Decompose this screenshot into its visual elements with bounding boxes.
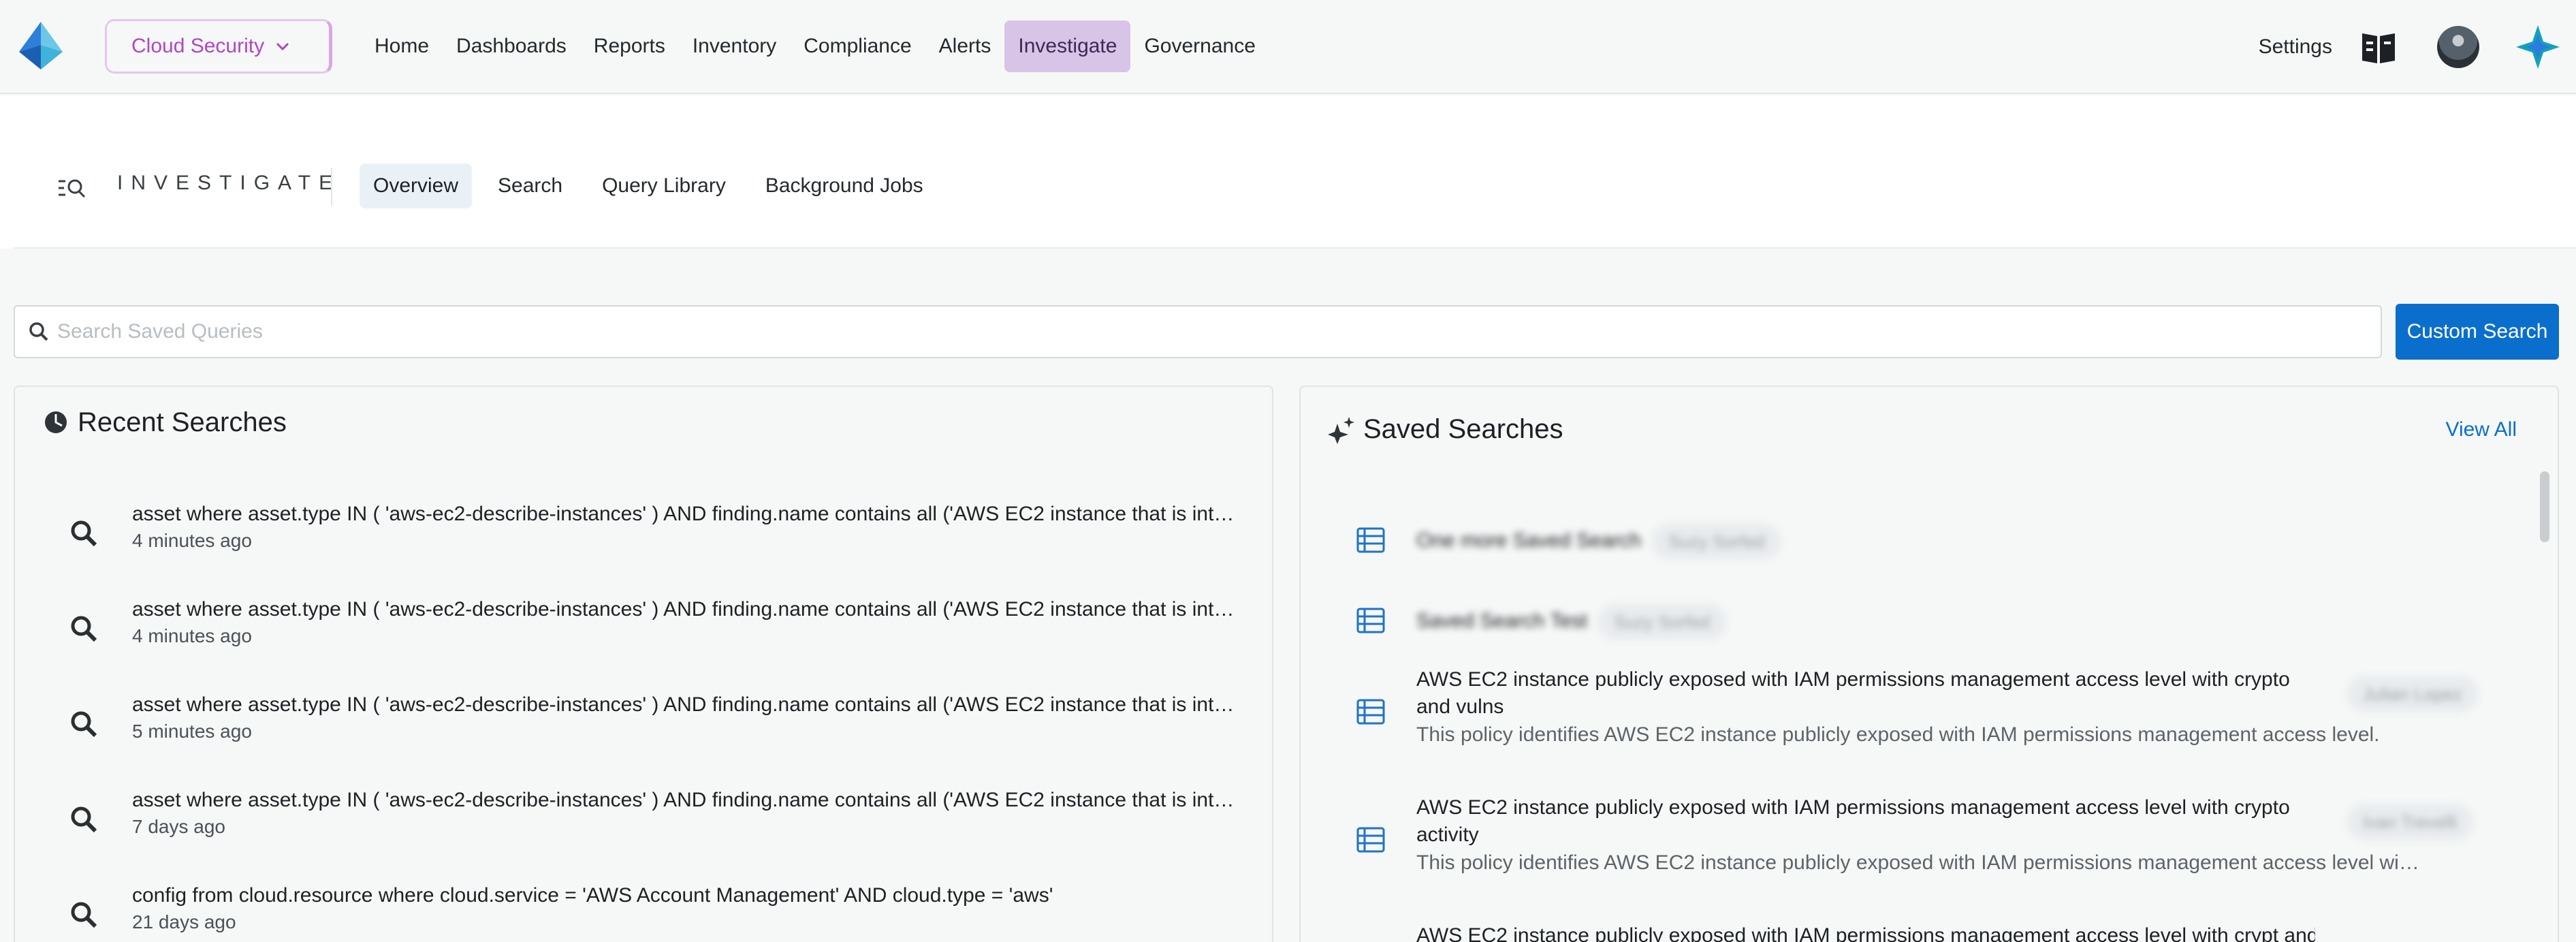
stars-icon — [1328, 417, 1354, 444]
divider — [14, 247, 2576, 249]
query-text: asset where asset.type IN ( 'aws-ec2-des… — [132, 503, 1235, 525]
nav-investigate[interactable]: Investigate — [1004, 20, 1131, 72]
tab-search[interactable]: Search — [484, 163, 576, 208]
book-icon[interactable] — [2359, 28, 2398, 66]
saved-search-description: This policy identifies AWS EC2 instance … — [1416, 851, 2424, 874]
list-item[interactable]: AWS EC2 instance publicly exposed with I… — [1301, 666, 2551, 789]
search-input[interactable] — [57, 320, 2304, 343]
view-all-link[interactable]: View All — [2445, 418, 2517, 441]
list-item[interactable]: asset where asset.type IN ( 'aws-ec2-des… — [15, 681, 1272, 776]
sparkle-icon[interactable] — [2515, 24, 2561, 70]
list-item[interactable]: asset where asset.type IN ( 'aws-ec2-des… — [15, 586, 1272, 681]
query-text: asset where asset.type IN ( 'aws-ec2-des… — [132, 693, 1235, 716]
main-nav: Home Dashboards Reports Inventory Compli… — [361, 20, 1269, 72]
tab-bar: Overview Search Query Library Background… — [360, 163, 949, 208]
table-icon — [1356, 827, 1385, 853]
timestamp: 7 days ago — [132, 816, 225, 837]
list-item[interactable]: AWS EC2 instance publicly exposed with I… — [1301, 794, 2551, 917]
query-text: asset where asset.type IN ( 'aws-ec2-des… — [132, 789, 1235, 811]
saved-search-title: AWS EC2 instance publicly exposed with I… — [1416, 668, 2290, 718]
nav-inventory[interactable]: Inventory — [679, 20, 790, 72]
settings-link[interactable]: Settings — [2259, 35, 2332, 59]
avatar[interactable] — [2437, 26, 2479, 68]
list-item[interactable]: asset where asset.type IN ( 'aws-ec2-des… — [15, 490, 1272, 586]
search-icon — [29, 322, 48, 341]
list-item[interactable]: One more Saved Search Suzy Sorfed — [1301, 503, 2551, 578]
nav-home[interactable]: Home — [361, 20, 443, 72]
owner-badge: Ivan Trevelli — [2347, 804, 2474, 841]
timestamp: 5 minutes ago — [132, 721, 252, 742]
nav-governance[interactable]: Governance — [1130, 20, 1269, 72]
query-text: config from cloud.resource where cloud.s… — [132, 884, 1053, 907]
tab-query-library[interactable]: Query Library — [588, 163, 740, 208]
investigate-icon — [59, 179, 86, 198]
nav-alerts[interactable]: Alerts — [925, 20, 1005, 72]
sub-header: INVESTIGATE Overview Search Query Librar… — [0, 95, 2576, 249]
query-text: asset where asset.type IN ( 'aws-ec2-des… — [132, 598, 1235, 621]
panel-title: Recent Searches — [78, 407, 287, 437]
list-item[interactable]: config from cloud.resource where cloud.s… — [15, 872, 1272, 942]
table-icon — [1356, 527, 1385, 553]
nav-dashboards[interactable]: Dashboards — [443, 20, 580, 72]
saved-search-title: AWS EC2 instance publicly exposed with I… — [1416, 924, 2315, 942]
list-item[interactable]: AWS EC2 instance publicly exposed with I… — [1301, 922, 2551, 942]
list-item[interactable]: asset where asset.type IN ( 'aws-ec2-des… — [15, 776, 1272, 872]
table-icon — [1356, 608, 1385, 633]
owner-badge: Suzy Sorfed — [1652, 523, 1781, 560]
clock-icon — [45, 411, 67, 433]
search-icon — [71, 520, 97, 547]
chevron-down-icon — [276, 42, 289, 51]
timestamp: 4 minutes ago — [132, 530, 252, 551]
prisma-logo-icon[interactable] — [19, 22, 63, 69]
search-icon — [71, 616, 97, 642]
list-item[interactable]: Saved Search Test Suzy Sorfed — [1301, 584, 2551, 659]
timestamp: 21 days ago — [132, 911, 236, 932]
recent-searches-panel: Recent Searches asset where asset.type I… — [14, 386, 1273, 942]
saved-search-description: This policy identifies AWS EC2 instance … — [1416, 723, 2380, 746]
search-icon — [71, 711, 97, 738]
product-switcher[interactable]: Cloud Security — [105, 19, 332, 74]
saved-search-title: One more Saved Search — [1416, 529, 1642, 552]
page-title: INVESTIGATE — [117, 172, 341, 194]
saved-searches-panel: Saved Searches View All One more Saved S… — [1299, 386, 2559, 942]
custom-search-button[interactable]: Custom Search — [2396, 304, 2559, 360]
nav-compliance[interactable]: Compliance — [790, 20, 925, 72]
search-icon — [71, 806, 97, 833]
panel-title: Saved Searches — [1363, 414, 1563, 444]
tab-overview[interactable]: Overview — [360, 163, 473, 208]
search-box — [14, 305, 2382, 358]
timestamp: 4 minutes ago — [132, 625, 252, 646]
tab-background-jobs[interactable]: Background Jobs — [752, 163, 937, 208]
search-icon — [71, 902, 97, 928]
product-label: Cloud Security — [131, 35, 265, 57]
owner-badge: Suzy Sorfed — [1597, 603, 1727, 640]
nav-reports[interactable]: Reports — [580, 20, 679, 72]
saved-search-title: Saved Search Test — [1416, 610, 1588, 632]
top-nav: Cloud Security Home Dashboards Reports I… — [0, 0, 2576, 94]
nav-right: Settings — [2259, 0, 2576, 94]
owner-badge: Julian Lopez — [2347, 676, 2479, 712]
saved-search-title: AWS EC2 instance publicly exposed with I… — [1416, 796, 2290, 846]
table-icon — [1356, 699, 1385, 725]
divider — [331, 168, 332, 206]
